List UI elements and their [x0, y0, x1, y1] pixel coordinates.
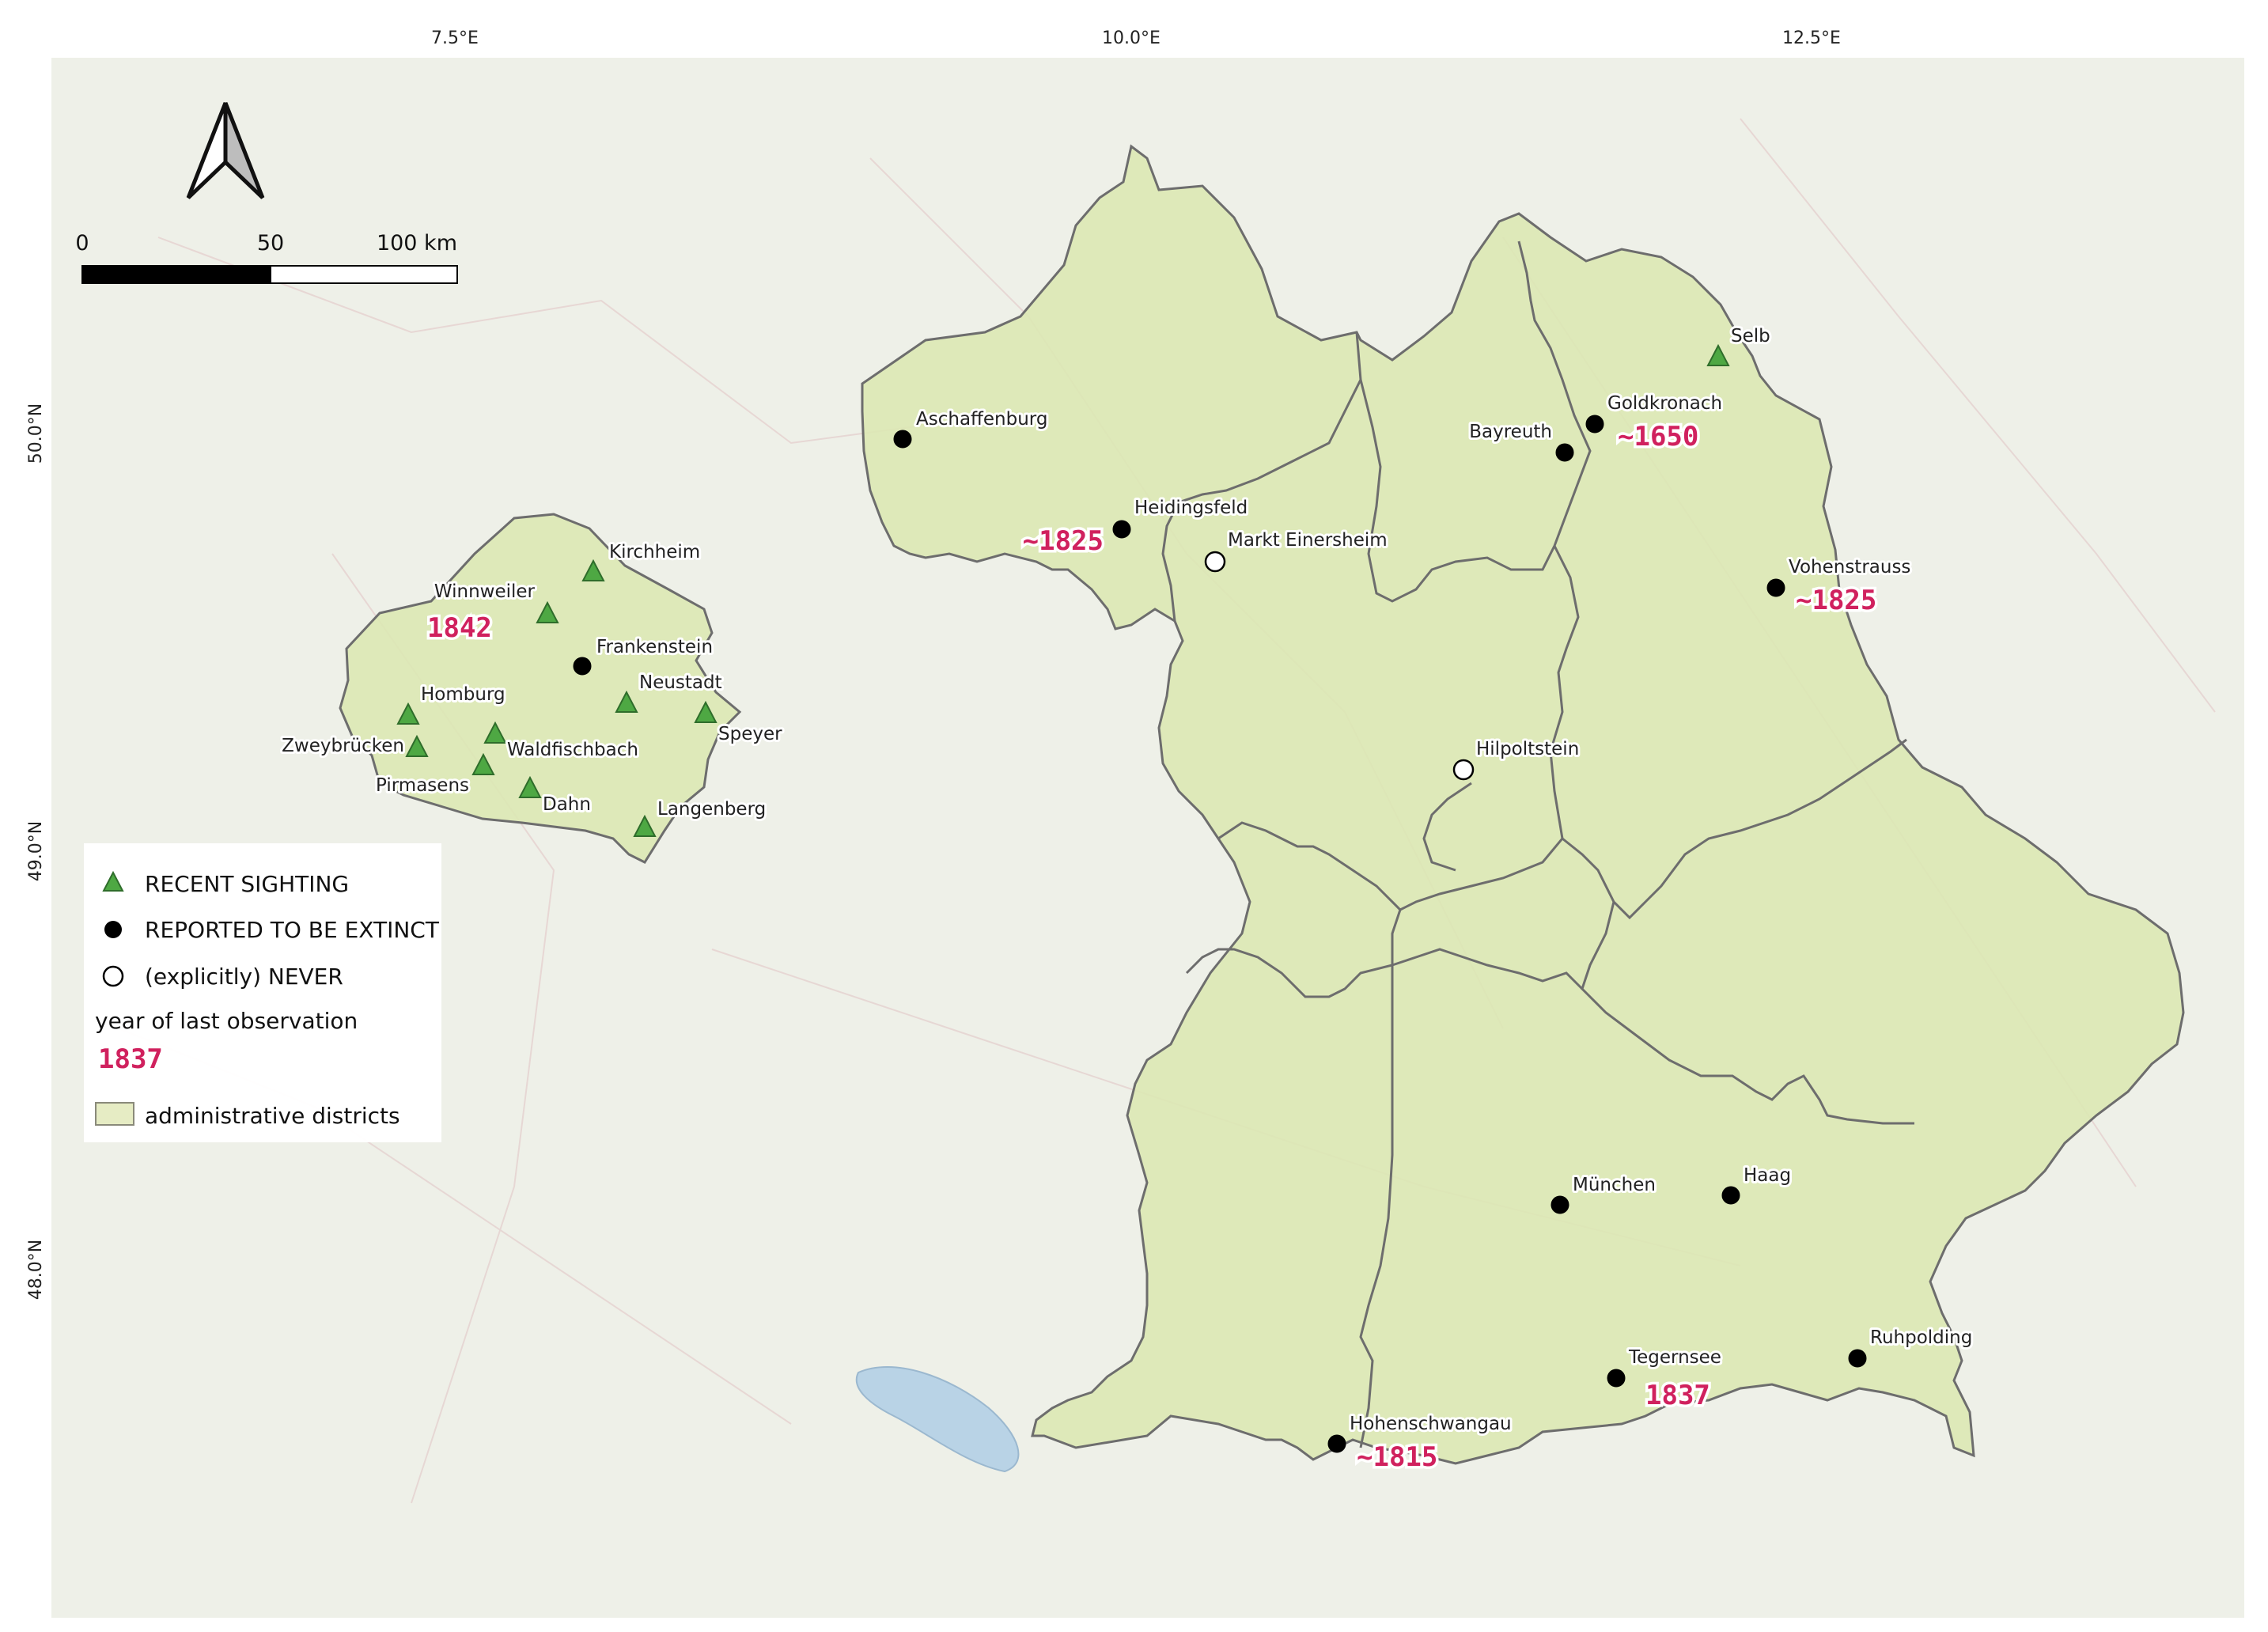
- place-label-vohenstrauss: Vohenstrauss: [1789, 557, 1910, 577]
- scale-label-0: 0: [75, 231, 89, 256]
- place-label-haag: Haag: [1744, 1165, 1791, 1186]
- legend-districts-swatch: [95, 1102, 134, 1126]
- year-label-hohenschwangau: ~1815: [1357, 1441, 1437, 1473]
- place-label-zweybrucken: Zweybrücken: [282, 736, 404, 756]
- legend-recent-label: RECENT SIGHTING: [145, 871, 349, 897]
- scale-label-50: 50: [257, 231, 284, 256]
- place-label-pirmasens: Pirmasens: [376, 775, 469, 796]
- place-label-selb: Selb: [1731, 326, 1770, 346]
- extinct-marker-tegernsee: [1607, 1369, 1626, 1388]
- place-label-speyer: Speyer: [718, 724, 782, 744]
- extinct-marker-frankenstein: [573, 657, 592, 676]
- legend-never-label: (explicitly) NEVER: [145, 964, 343, 990]
- place-label-neustadt: Neustadt: [639, 672, 722, 693]
- place-label-aschaffenburg: Aschaffenburg: [916, 409, 1047, 430]
- extinct-marker-heidingsfeld: [1112, 520, 1131, 539]
- extinct-marker-bayreuth: [1555, 443, 1574, 462]
- place-label-hilpoltstein: Hilpoltstein: [1476, 739, 1579, 759]
- year-label-vohenstrauss: ~1825: [1796, 585, 1876, 616]
- place-label-goldkronach: Goldkronach: [1607, 393, 1722, 414]
- lat-tick-50: 50.0°N: [26, 403, 46, 464]
- place-label-dahn: Dahn: [543, 794, 591, 815]
- place-label-frankenstein: Frankenstein: [596, 637, 713, 657]
- place-label-munchen: München: [1573, 1175, 1656, 1195]
- lon-tick-12-5: 12.5°E: [1782, 28, 1841, 48]
- place-label-langenberg: Langenberg: [657, 799, 766, 820]
- year-label-winnweiler: 1842: [427, 612, 492, 644]
- map-canvas[interactable]: 7.5°E 10.0°E 12.5°E 50.0°N 49.0°N 48.0°N…: [0, 0, 2268, 1632]
- scale-label-100km: 100 km: [377, 231, 457, 256]
- year-label-tegernsee: 1837: [1645, 1380, 1710, 1411]
- place-label-waldfischbach: Waldfischbach: [507, 740, 638, 760]
- place-label-winnweiler: Winnweiler: [434, 581, 536, 602]
- extinct-marker-hohenschwangau: [1327, 1434, 1346, 1453]
- legend-extinct-label: REPORTED TO BE EXTINCT: [145, 917, 440, 943]
- place-label-ruhpolding: Ruhpolding: [1870, 1327, 1972, 1348]
- never-marker-markt-einersheim: [1204, 551, 1226, 573]
- place-label-markt-einersheim: Markt Einersheim: [1228, 530, 1388, 551]
- year-label-heidingsfeld: ~1825: [1023, 525, 1104, 557]
- place-label-hohenschwangau: Hohenschwangau: [1350, 1414, 1512, 1434]
- legend-districts-label: administrative districts: [145, 1103, 400, 1129]
- legend: RECENT SIGHTING REPORTED TO BE EXTINCT (…: [84, 843, 441, 1142]
- legend-year-caption: year of last observation: [95, 1008, 358, 1034]
- legend-never-icon: [102, 965, 124, 987]
- extinct-marker-munchen: [1550, 1195, 1569, 1214]
- place-label-kirchheim: Kirchheim: [609, 542, 700, 562]
- extinct-marker-goldkronach: [1585, 415, 1604, 434]
- extinct-marker-haag: [1721, 1186, 1740, 1205]
- lat-tick-48: 48.0°N: [26, 1240, 46, 1300]
- lat-tick-49: 49.0°N: [26, 821, 46, 881]
- extinct-marker-vohenstrauss: [1766, 578, 1785, 597]
- place-label-heidingsfeld: Heidingsfeld: [1134, 498, 1248, 518]
- place-label-tegernsee: Tegernsee: [1628, 1347, 1721, 1368]
- place-label-bayreuth: Bayreuth: [1469, 422, 1552, 442]
- legend-extinct-icon: [104, 921, 122, 938]
- place-label-homburg: Homburg: [421, 684, 505, 705]
- lon-tick-7-5: 7.5°E: [431, 28, 479, 48]
- extinct-marker-aschaffenburg: [893, 430, 912, 449]
- lon-tick-10: 10.0°E: [1102, 28, 1161, 48]
- legend-year-example: 1837: [98, 1043, 163, 1075]
- never-marker-hilpoltstein: [1452, 759, 1475, 781]
- extinct-marker-ruhpolding: [1848, 1349, 1867, 1368]
- year-label-goldkronach: ~1650: [1618, 421, 1698, 452]
